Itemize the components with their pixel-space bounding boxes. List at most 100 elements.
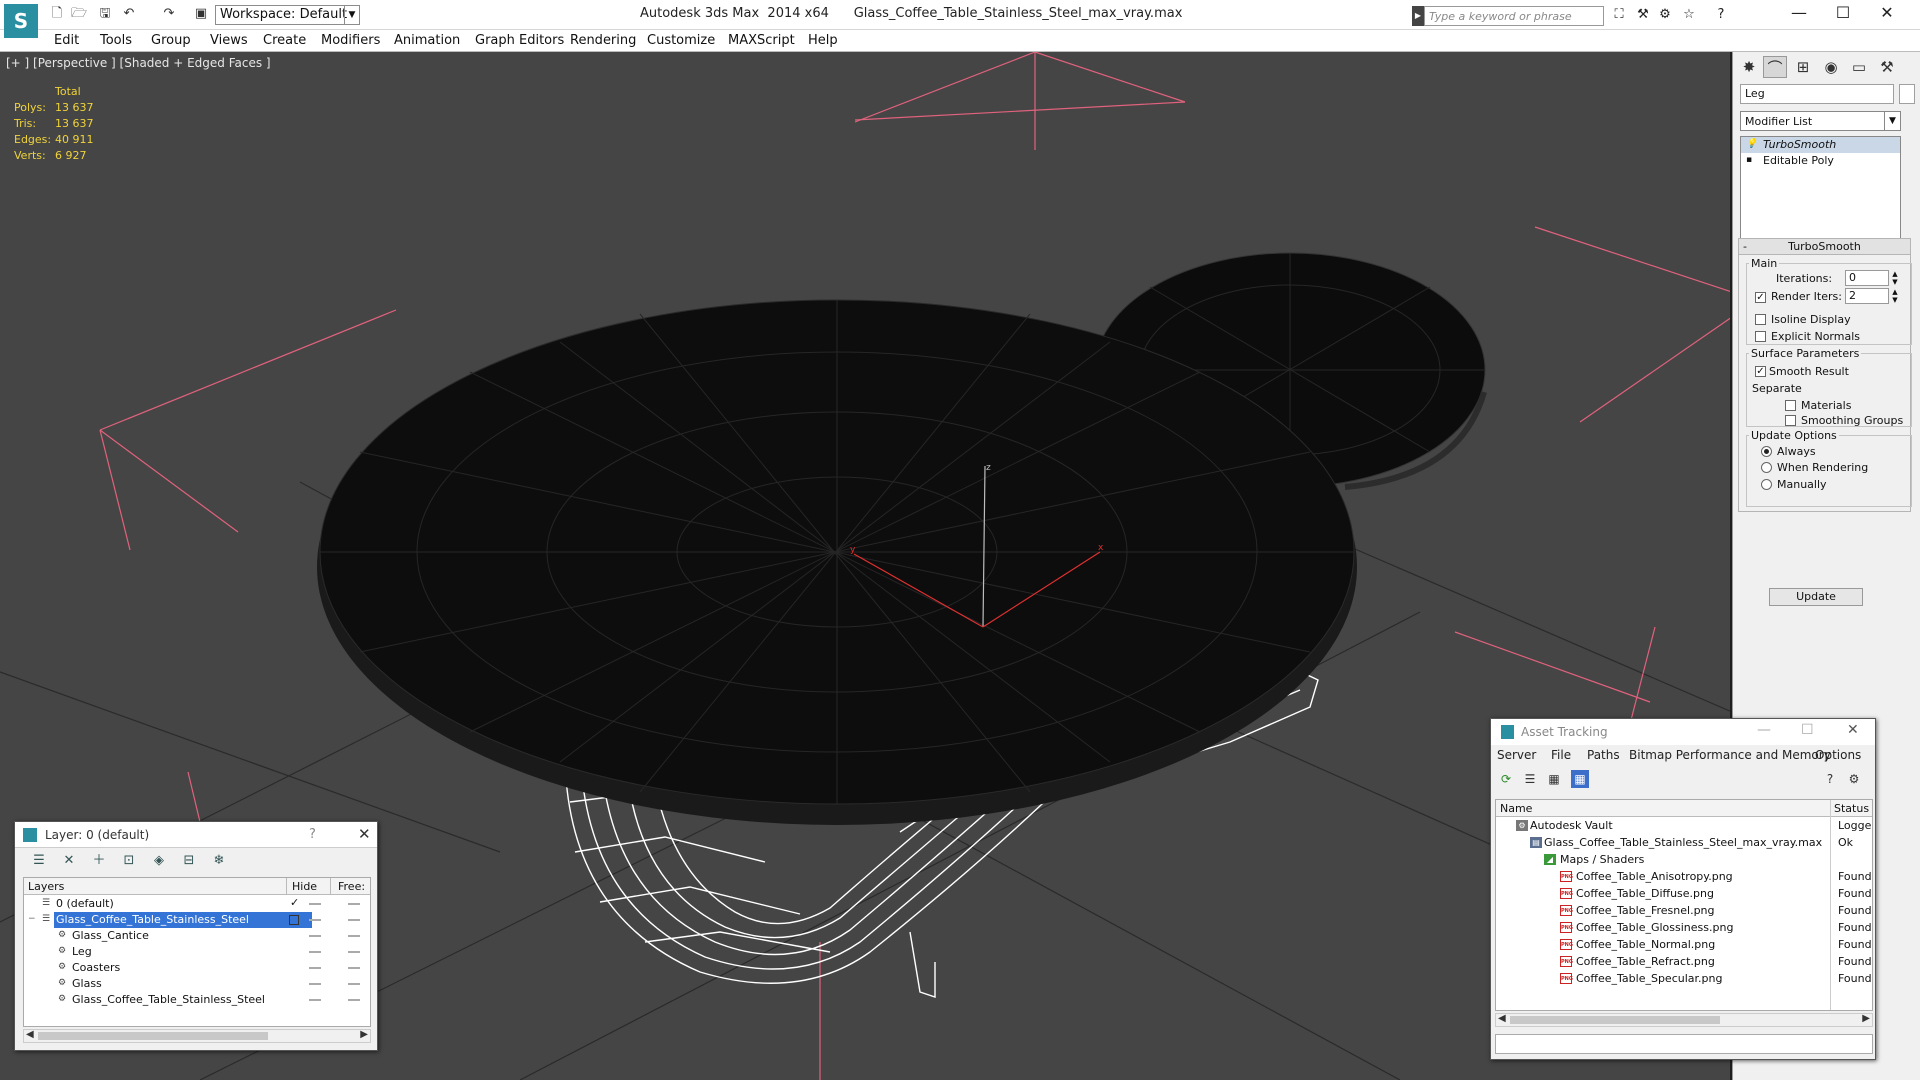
menu-animation[interactable]: Animation (394, 33, 460, 48)
delete-layer-icon[interactable]: ✕ (59, 852, 79, 870)
maximize-icon[interactable]: ☐ (1820, 0, 1866, 28)
scroll-left-icon[interactable]: ◀ (26, 1029, 34, 1040)
column-hide[interactable]: Hide (292, 880, 317, 893)
close-icon[interactable]: ✕ (1864, 0, 1910, 28)
menu-edit[interactable]: Edit (54, 33, 79, 48)
minimize-icon[interactable]: — (1757, 722, 1771, 738)
menu-graph-editors[interactable]: Graph Editors (475, 33, 564, 48)
menu-create[interactable]: Create (263, 33, 306, 48)
help-icon[interactable]: ? (1821, 770, 1839, 788)
layer-row[interactable]: ☰ 0 (default) ✓ (24, 896, 370, 912)
table-view-icon[interactable]: ▦ (1545, 770, 1563, 788)
display-tab-icon[interactable]: ▭ (1847, 56, 1871, 78)
lightbulb-icon[interactable]: 💡 (1746, 139, 1757, 150)
save-icon[interactable]: 🖫 (96, 6, 114, 22)
viewport-label[interactable]: [+ ] [Perspective ] [Shaded + Edged Face… (6, 56, 271, 70)
layer-row[interactable]: ⚙ Glass_Coffee_Table_Stainless_Steel (24, 992, 370, 1008)
hierarchy-tab-icon[interactable]: ⊞ (1791, 56, 1815, 78)
open-file-icon[interactable]: 🗁 (70, 6, 88, 22)
search-input[interactable]: Type a keyword or phrase (1424, 6, 1604, 26)
layer-row[interactable]: ⚙ Leg (24, 944, 370, 960)
asset-row[interactable]: PNG Coffee_Table_Specular.png Found (1496, 970, 1872, 987)
asset-row[interactable]: ▤ Glass_Coffee_Table_Stainless_Steel_max… (1496, 834, 1872, 851)
refresh-icon[interactable]: ⟳ (1497, 770, 1515, 788)
horizontal-scrollbar[interactable]: ◀ ▶ (23, 1029, 371, 1043)
horizontal-scrollbar[interactable]: ◀ ▶ (1495, 1013, 1873, 1027)
asset-row[interactable]: PNG Coffee_Table_Glossiness.png Found (1496, 919, 1872, 936)
minimize-icon[interactable]: — (1776, 0, 1822, 28)
motion-tab-icon[interactable]: ◉ (1819, 56, 1843, 78)
add-to-layer-icon[interactable]: ＋ (89, 852, 109, 870)
asset-menu-bitmap[interactable]: Bitmap Performance and Memory (1629, 748, 1831, 762)
iterations-spinner[interactable]: 0 ▲ ▼ (1845, 270, 1898, 286)
when-rendering-radio[interactable] (1761, 462, 1772, 473)
menu-views[interactable]: Views (210, 33, 248, 48)
highlight-layer-icon[interactable]: ◈ (149, 852, 169, 870)
utilities-tab-icon[interactable]: ⚒ (1875, 56, 1899, 78)
freeze-all-icon[interactable]: ❄ (209, 852, 229, 870)
object-color-swatch[interactable] (1899, 84, 1915, 104)
update-button[interactable]: Update (1769, 588, 1863, 606)
play-arrow-icon[interactable]: ▶ (1412, 6, 1424, 26)
maximize-icon[interactable]: ☐ (1801, 722, 1814, 738)
help-icon[interactable]: ? (1712, 7, 1730, 23)
list-view-icon[interactable]: ☰ (1521, 770, 1539, 788)
rollout-header[interactable]: - TurboSmooth (1739, 239, 1910, 255)
modifier-stack[interactable]: 💡 TurboSmooth ▪ Editable Poly (1740, 136, 1901, 240)
column-freeze[interactable]: Free: (338, 880, 365, 893)
menu-maxscript[interactable]: MAXScript (728, 33, 795, 48)
settings-icon[interactable]: ⚙ (1845, 770, 1863, 788)
select-objects-icon[interactable]: ⊡ (119, 852, 139, 870)
expand-icon[interactable]: ▪ (1746, 155, 1755, 166)
create-tab-icon[interactable]: ✸ (1737, 56, 1761, 78)
favorites-star-icon[interactable]: ☆ (1680, 7, 1698, 23)
menu-modifiers[interactable]: Modifiers (321, 33, 380, 48)
layer-row[interactable]: ⚙ Glass (24, 976, 370, 992)
smooth-result-checkbox[interactable]: ✓ (1755, 366, 1766, 377)
always-radio[interactable] (1761, 446, 1772, 457)
asset-menu-server[interactable]: Server (1497, 748, 1536, 762)
modifier-list-dropdown[interactable]: Modifier List ▼ (1740, 111, 1901, 131)
asset-menu-paths[interactable]: Paths (1587, 748, 1620, 762)
project-folder-icon[interactable]: ▣ (192, 6, 210, 22)
asset-menu-options[interactable]: Options (1815, 748, 1861, 762)
expand-icon[interactable]: − (28, 914, 38, 925)
close-icon[interactable]: ✕ (358, 825, 371, 843)
object-name-field[interactable]: Leg (1740, 84, 1894, 104)
subscription-icon[interactable]: ⚒ (1634, 7, 1652, 23)
help-icon[interactable]: ? (309, 827, 316, 842)
smoothing-groups-checkbox[interactable] (1785, 415, 1796, 426)
redo-icon[interactable]: ↷ (160, 6, 178, 22)
layer-row[interactable]: − ☰ Glass_Coffee_Table_Stainless_Steel (24, 912, 370, 928)
asset-path-field[interactable] (1495, 1034, 1873, 1054)
workspace-select[interactable]: Workspace: Default ▼ (215, 5, 360, 25)
asset-row[interactable]: ⚙ Autodesk Vault Logged (1496, 817, 1872, 834)
undo-icon[interactable]: ↶ (120, 6, 138, 22)
grid-view-icon[interactable]: ▦ (1571, 770, 1589, 788)
asset-row[interactable]: PNG Coffee_Table_Diffuse.png Found (1496, 885, 1872, 902)
scroll-right-icon[interactable]: ▶ (360, 1029, 368, 1040)
spinner-arrows-icon[interactable]: ▲ ▼ (1890, 288, 1900, 304)
column-layers[interactable]: Layers (28, 880, 64, 893)
create-layer-icon[interactable]: ☰ (29, 852, 49, 870)
asset-row[interactable]: PNG Coffee_Table_Normal.png Found (1496, 936, 1872, 953)
scrollbar-thumb[interactable] (38, 1032, 268, 1040)
new-file-icon[interactable]: 🗋 (48, 6, 66, 22)
stack-item-turbosmooth[interactable]: 💡 TurboSmooth (1741, 137, 1900, 153)
asset-row[interactable]: PNG Coffee_Table_Refract.png Found (1496, 953, 1872, 970)
spinner-arrows-icon[interactable]: ▲ ▼ (1890, 270, 1900, 286)
scrollbar-thumb[interactable] (1510, 1016, 1720, 1024)
asset-row[interactable]: PNG Coffee_Table_Anisotropy.png Found (1496, 868, 1872, 885)
column-status[interactable]: Status (1834, 802, 1869, 815)
materials-checkbox[interactable] (1785, 400, 1796, 411)
layer-row[interactable]: ⚙ Glass_Cantice (24, 928, 370, 944)
layer-row[interactable]: ⚙ Coasters (24, 960, 370, 976)
scroll-left-icon[interactable]: ◀ (1498, 1013, 1506, 1024)
modify-tab-icon[interactable]: ⌒ (1763, 56, 1787, 78)
close-icon[interactable]: ✕ (1847, 722, 1859, 738)
asset-row[interactable]: ◢ Maps / Shaders (1496, 851, 1872, 868)
binoculars-icon[interactable]: ⛶ (1610, 7, 1628, 23)
hide-all-icon[interactable]: ⊟ (179, 852, 199, 870)
menu-tools[interactable]: Tools (100, 33, 132, 48)
render-iters-spinner[interactable]: 2 ▲ ▼ (1845, 288, 1898, 304)
